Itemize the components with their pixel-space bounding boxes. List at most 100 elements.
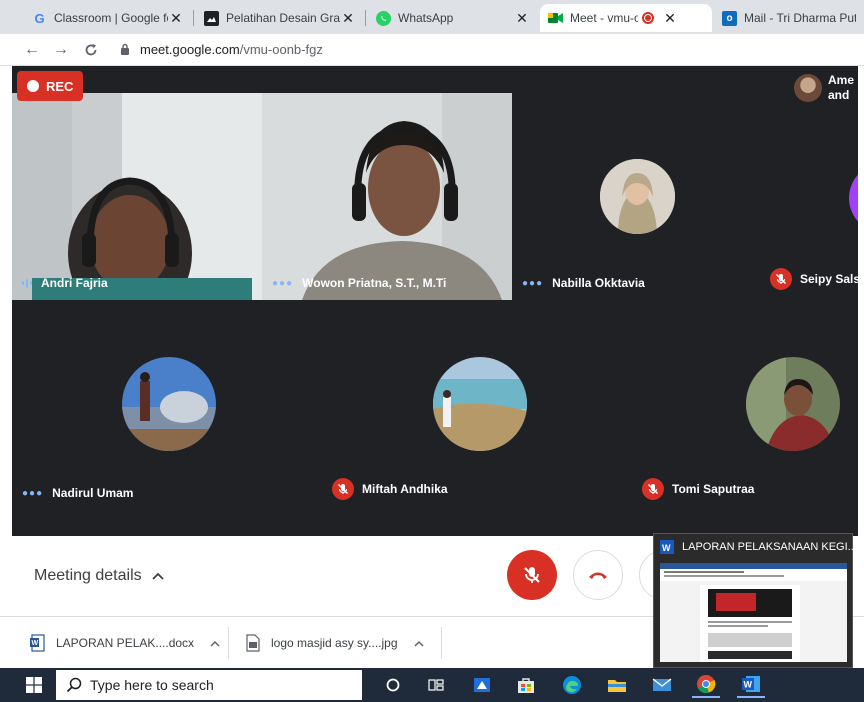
participant-tile-miftah[interactable]: Miftah Andhika — [322, 300, 632, 510]
avatar — [433, 357, 527, 451]
url-path: /vmu-oonb-fgz — [239, 42, 323, 57]
participant-name: Andri Fajria — [41, 276, 108, 290]
url-host: meet.google.com — [140, 42, 240, 57]
media-player-icon[interactable] — [468, 672, 496, 698]
more-options-icon[interactable]: ●●● — [522, 278, 543, 289]
tab-title: Classroom | Google for Education — [54, 11, 168, 25]
tab-title: Pelatihan Desain Grafis — [226, 11, 340, 25]
browser-toolbar: ← → meet.google.com/vmu-oonb-fgz — [0, 34, 864, 66]
cortana-icon[interactable] — [379, 672, 407, 698]
rec-label: REC — [46, 78, 74, 94]
search-icon — [66, 677, 82, 693]
taskbar-search-box[interactable]: Type here to search — [56, 670, 362, 700]
participant-name-tag: Seipy Sals — [770, 268, 858, 290]
whatsapp-icon — [376, 10, 391, 26]
download-filename: LAPORAN PELAK....docx — [56, 636, 195, 650]
mic-off-icon — [642, 478, 664, 500]
speaking-indicator-icon — [22, 278, 32, 288]
tab-pelatihan[interactable]: Pelatihan Desain Grafis ✕ — [196, 4, 364, 32]
start-button[interactable] — [12, 668, 56, 702]
meet-video-grid: Andri Fajria ●●● Wowon Priatna, S.T., M.… — [12, 66, 858, 536]
browser-tab-strip: G Classroom | Google for Education ✕ Pel… — [0, 0, 864, 34]
video-feed-wowon — [262, 93, 512, 300]
meeting-details-button[interactable]: Meeting details — [34, 567, 164, 585]
participant-name: Miftah Andhika — [362, 482, 448, 496]
avatar — [746, 357, 840, 451]
tab-title: Mail - Tri Dharma Putra — [744, 11, 856, 25]
participant-name-tag: ●●● Nadirul Umam — [22, 486, 133, 500]
leave-call-button[interactable] — [573, 550, 623, 600]
chrome-icon[interactable] — [692, 672, 720, 698]
participant-tile-nadirul[interactable]: ●●● Nadirul Umam — [12, 300, 322, 510]
store-icon[interactable] — [512, 672, 540, 698]
back-arrow-icon[interactable]: ← — [21, 39, 43, 61]
more-options-icon[interactable]: ●●● — [272, 278, 293, 289]
search-placeholder: Type here to search — [90, 677, 214, 693]
tab-title: WhatsApp — [398, 11, 454, 25]
forward-arrow-icon[interactable]: → — [50, 39, 72, 61]
image-icon — [204, 10, 219, 26]
preview-title: LAPORAN PELAKSANAAN KEGI... — [682, 541, 857, 553]
avatar — [849, 163, 858, 233]
windows-taskbar: Type here to search W — [0, 668, 864, 702]
preview-title-bar: W LAPORAN PELAKSANAAN KEGI... — [660, 540, 857, 554]
chevron-up-icon[interactable] — [413, 640, 424, 647]
word-app-icon: W — [660, 540, 674, 554]
notification-text: Ame and — [828, 73, 854, 103]
chevron-up-icon[interactable] — [210, 640, 220, 647]
image-file-icon — [246, 634, 260, 652]
tab-whatsapp[interactable]: WhatsApp ✕ — [368, 4, 538, 32]
close-icon[interactable]: ✕ — [514, 10, 530, 27]
close-icon[interactable]: ✕ — [340, 10, 356, 27]
tab-meet[interactable]: Meet - vmu-oonb-fgz ✕ — [540, 4, 712, 32]
outlook-icon: o — [722, 10, 737, 26]
google-icon: G — [34, 10, 45, 26]
file-explorer-icon[interactable] — [603, 672, 631, 698]
participant-tile-andri[interactable]: Andri Fajria — [12, 93, 262, 300]
participant-tile-seipy[interactable]: Seipy Sals — [762, 93, 858, 300]
hang-up-icon — [589, 572, 607, 579]
meet-icon — [548, 11, 563, 26]
avatar — [600, 159, 675, 234]
notification-line: and — [828, 88, 850, 102]
record-dot-icon — [27, 80, 39, 92]
svg-text:W: W — [32, 640, 39, 647]
taskbar-window-preview[interactable]: W LAPORAN PELAKSANAAN KEGI... — [653, 533, 857, 668]
participant-name: Tomi Saputraa — [672, 482, 755, 496]
notification-line: Ame — [828, 73, 855, 87]
close-icon[interactable]: ✕ — [168, 10, 184, 27]
windows-logo-icon — [26, 677, 42, 693]
task-view-icon[interactable] — [422, 672, 450, 698]
avatar — [794, 74, 822, 102]
participant-name-tag: Miftah Andhika — [332, 478, 448, 500]
participant-tile-wowon[interactable]: ●●● Wowon Priatna, S.T., M.Ti — [262, 93, 512, 300]
word-app-icon[interactable]: W — [737, 672, 765, 698]
download-filename: logo masjid asy sy....jpg — [271, 636, 398, 650]
svg-text:W: W — [662, 543, 671, 553]
download-item[interactable]: W LAPORAN PELAK....docx — [30, 631, 220, 655]
meeting-details-label: Meeting details — [34, 567, 142, 584]
participant-name: Nadirul Umam — [52, 486, 134, 500]
download-item[interactable]: logo masjid asy sy....jpg — [245, 631, 424, 655]
participant-name-tag: ●●● Nabilla Okktavia — [522, 276, 645, 290]
close-icon[interactable]: ✕ — [662, 10, 678, 27]
mic-off-icon — [524, 567, 540, 583]
reload-icon[interactable] — [80, 39, 102, 61]
mail-icon[interactable] — [648, 672, 676, 698]
recording-badge: REC — [17, 71, 84, 101]
join-notification[interactable]: Ame and — [786, 66, 858, 110]
tab-mail[interactable]: o Mail - Tri Dharma Putra — [714, 4, 864, 32]
more-options-icon[interactable]: ●●● — [22, 488, 43, 499]
tab-classroom[interactable]: G Classroom | Google for Education ✕ — [24, 4, 192, 32]
tab-title: Meet - vmu-oonb-fgz — [570, 11, 638, 25]
microphone-toggle-button[interactable] — [507, 550, 557, 600]
address-bar[interactable]: meet.google.com/vmu-oonb-fgz — [140, 42, 323, 57]
participant-name-tag: ●●● Wowon Priatna, S.T., M.Ti — [272, 276, 446, 290]
participant-name-tag: Tomi Saputraa — [642, 478, 754, 500]
participant-tile-tomi[interactable]: Tomi Saputraa — [632, 300, 858, 510]
word-doc-icon: W — [30, 634, 45, 652]
lock-icon[interactable] — [120, 43, 130, 55]
svg-text:W: W — [744, 680, 753, 690]
participant-tile-nabilla[interactable]: ●●● Nabilla Okktavia — [512, 93, 762, 300]
edge-browser-icon[interactable] — [558, 672, 586, 698]
